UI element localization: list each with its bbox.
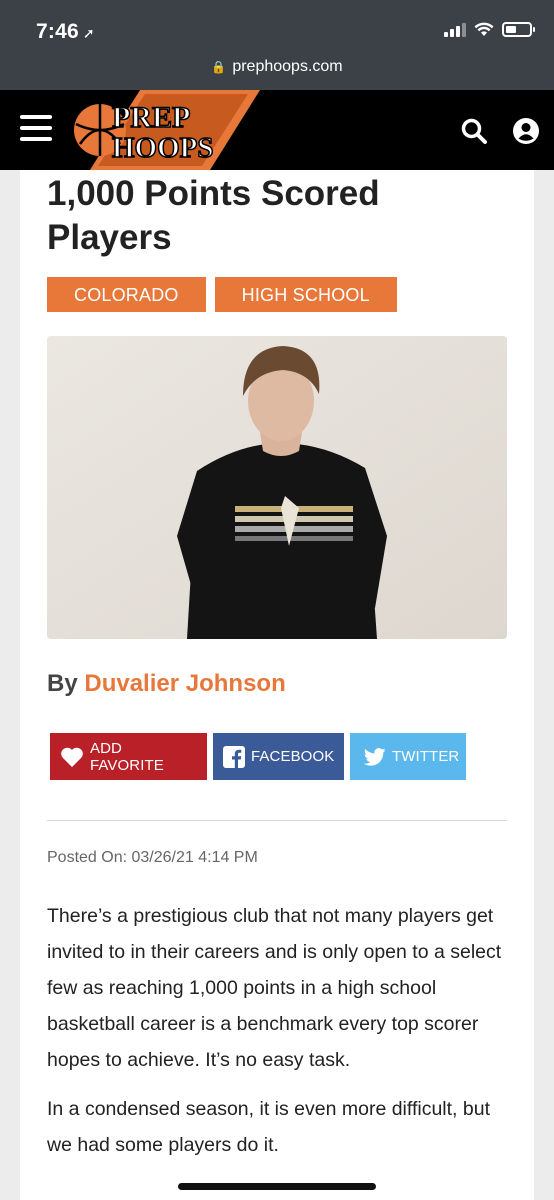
lock-icon: 🔒 bbox=[211, 60, 227, 74]
facebook-icon bbox=[223, 745, 245, 768]
article-paragraph: In a condensed season, it is even more d… bbox=[47, 1098, 490, 1156]
article-card: 1,000 Points Scored Players COLORADO HIGH… bbox=[20, 170, 534, 1200]
status-icons bbox=[444, 22, 535, 37]
status-bar: 7:46 ➚ bbox=[0, 0, 554, 58]
search-icon[interactable] bbox=[460, 117, 488, 145]
user-account-icon[interactable] bbox=[512, 117, 540, 145]
byline: By Duvalier Johnson bbox=[47, 670, 286, 697]
battery-icon bbox=[502, 22, 535, 37]
logo-text-hoops: HOOPS bbox=[112, 132, 214, 164]
site-header: PREP HOOPS bbox=[0, 90, 554, 170]
twitter-bird-icon bbox=[364, 747, 386, 766]
menu-icon[interactable] bbox=[20, 115, 52, 141]
location-arrow-icon: ➚ bbox=[82, 25, 95, 41]
tag-colorado[interactable]: COLORADO bbox=[47, 277, 206, 312]
home-indicator[interactable] bbox=[178, 1183, 376, 1190]
twitter-share-button[interactable]: TWITTER bbox=[350, 733, 466, 780]
url-text: prephoops.com bbox=[232, 58, 343, 75]
wifi-icon bbox=[474, 22, 494, 36]
url-bar[interactable]: 🔒 prephoops.com bbox=[0, 58, 554, 90]
prep-hoops-logo[interactable]: PREP HOOPS bbox=[70, 90, 260, 170]
logo-text-prep: PREP bbox=[112, 101, 190, 134]
divider bbox=[47, 820, 507, 821]
player-photo bbox=[47, 336, 507, 639]
share-buttons: ADD FAVORITE FACEBOOK TWITTER bbox=[50, 733, 466, 780]
heart-icon bbox=[60, 746, 84, 768]
facebook-share-button[interactable]: FACEBOOK bbox=[213, 733, 344, 780]
posted-date: Posted On: 03/26/21 4:14 PM bbox=[47, 849, 258, 866]
article-body: There’s a prestigious club that not many… bbox=[47, 898, 515, 1176]
article-title: 1,000 Points Scored Players bbox=[47, 174, 380, 257]
tag-high-school[interactable]: HIGH SCHOOL bbox=[214, 277, 397, 312]
status-time: 7:46 ➚ bbox=[36, 20, 95, 43]
author-link[interactable]: Duvalier Johnson bbox=[84, 670, 285, 697]
article-paragraph: There’s a prestigious club that not many… bbox=[47, 905, 502, 1071]
add-favorite-button[interactable]: ADD FAVORITE bbox=[50, 733, 207, 780]
article-tags: COLORADO HIGH SCHOOL bbox=[47, 277, 397, 312]
cellular-signal-icon bbox=[444, 22, 466, 37]
